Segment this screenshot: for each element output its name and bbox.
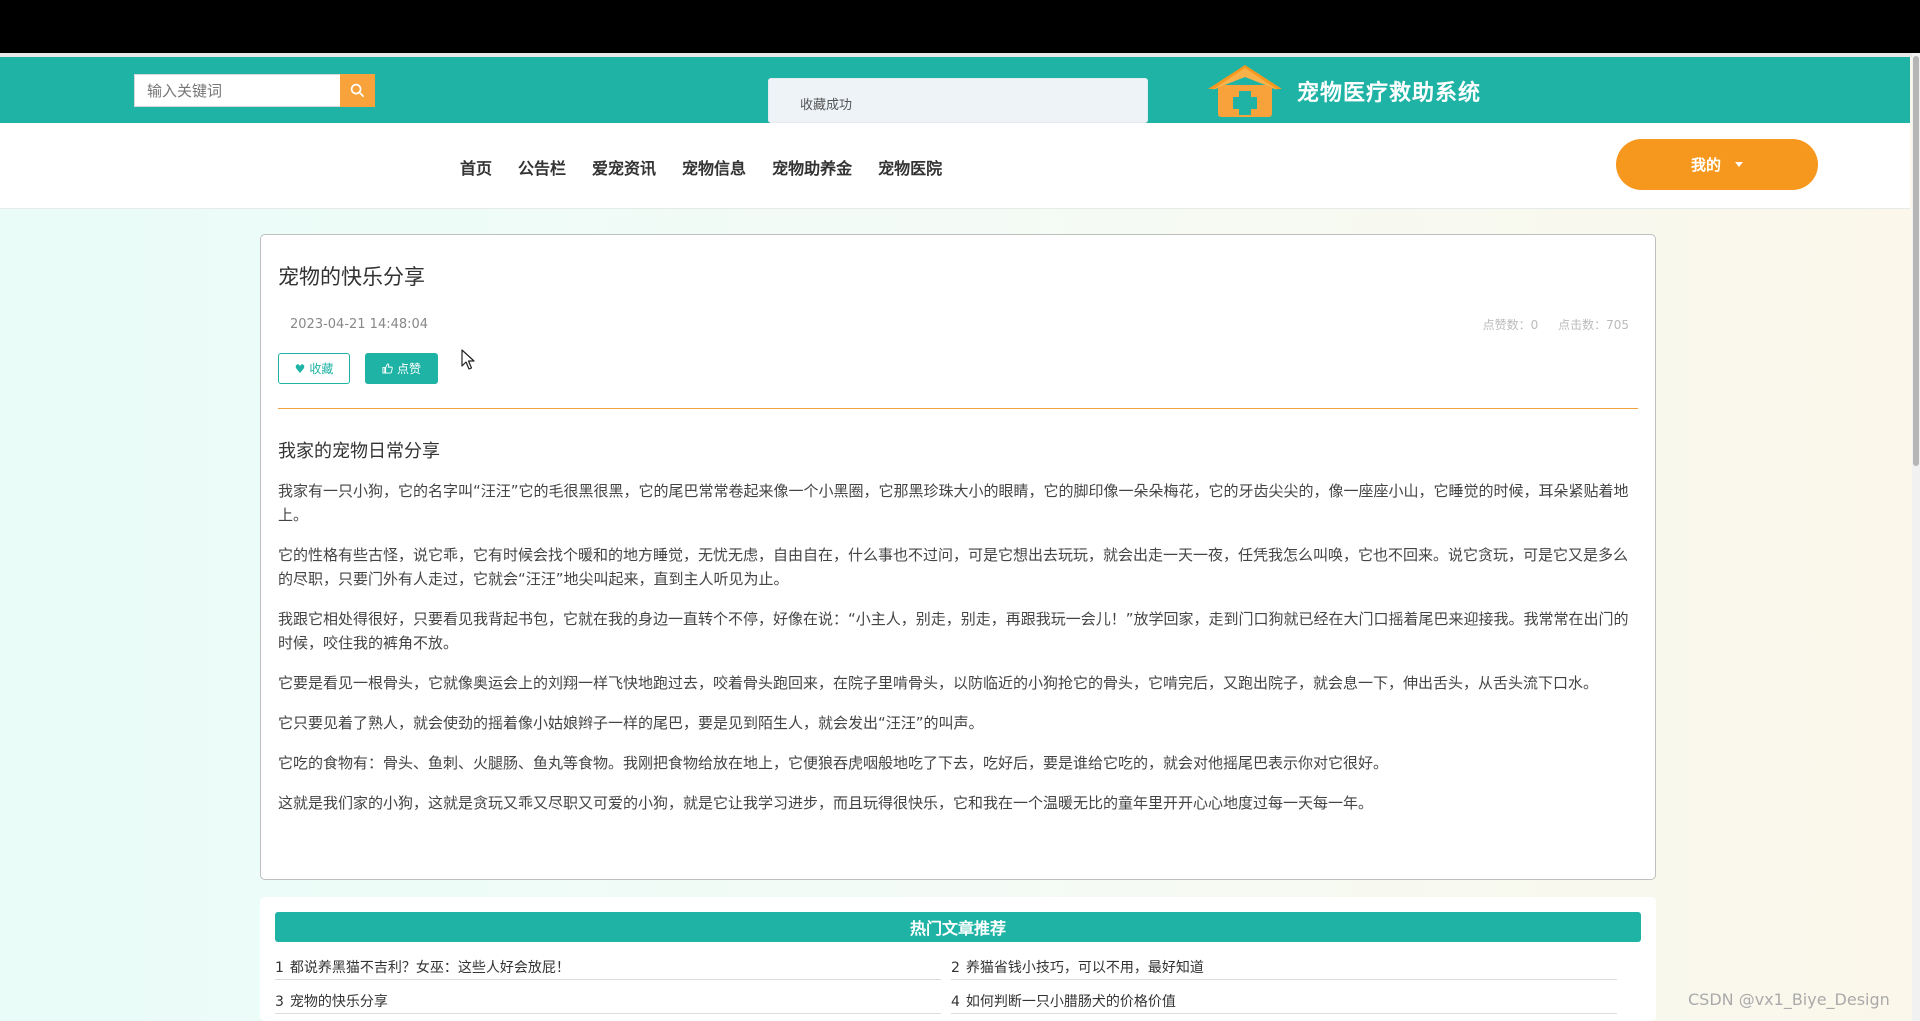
content-heading: 我家的宠物日常分享 <box>278 441 440 462</box>
hot-article-number: 2 <box>951 960 960 976</box>
hot-article-title: 如何判断一只小腊肠犬的价格价值 <box>965 994 1176 1010</box>
hot-articles-title: 热门文章推荐 <box>275 912 1641 942</box>
article-paragraph: 它吃的食物有：骨头、鱼刺、火腿肠、鱼丸等食物。我刚把食物给放在地上，它便狼吞虎咽… <box>278 754 1389 772</box>
like-count: 点赞数：0 <box>1482 318 1539 332</box>
chevron-down-icon <box>1735 162 1743 167</box>
orange-divider <box>278 408 1638 409</box>
hot-article-link[interactable]: 1 都说养黑猫不吉利？女巫：这些人好会放屁！ <box>275 951 941 980</box>
nav-item-pet-news[interactable]: 爱宠资讯 <box>592 155 656 179</box>
article-paragraph: 它要是看见一根骨头，它就像奥运会上的刘翔一样飞快地跑过去，咬着骨头跑回来，在院子… <box>278 674 1599 692</box>
nav-item-announcements[interactable]: 公告栏 <box>518 155 566 179</box>
article-paragraph: 我家有一只小狗，它的名字叫“汪汪”它的毛很黑很黑，它的尾巴常常卷起来像一个小黑圈… <box>278 482 1629 524</box>
house-plus-logo-icon <box>1208 65 1282 117</box>
like-label: 点赞 <box>396 362 421 376</box>
navbar: 首页 公告栏 爱宠资讯 宠物信息 宠物助养金 宠物医院 我的 <box>0 123 1910 209</box>
hot-article-number: 4 <box>951 994 960 1010</box>
nav-item-pet-hospital[interactable]: 宠物医院 <box>878 155 942 179</box>
article-date: 2023-04-21 14:48:04 <box>290 317 429 332</box>
brand[interactable]: 宠物医疗救助系统 <box>1206 63 1481 119</box>
hot-article-number: 3 <box>275 994 284 1010</box>
brand-title: 宠物医疗救助系统 <box>1297 81 1482 106</box>
article-content: 我家的宠物日常分享 我家有一只小狗，它的名字叫“汪汪”它的毛很黑很黑，它的尾巴常… <box>278 437 1640 831</box>
search-box <box>134 74 375 107</box>
article-paragraph: 它只要见着了熟人，就会使劲的摇着像小姑娘辫子一样的尾巴，要是见到陌生人，就会发出… <box>278 714 984 732</box>
toast-message: 收藏成功 <box>800 98 853 113</box>
like-button[interactable]: 点赞 <box>365 353 438 384</box>
user-menu-button[interactable]: 我的 <box>1616 139 1818 190</box>
hot-article-title: 宠物的快乐分享 <box>289 994 388 1010</box>
success-toast: 收藏成功 <box>768 78 1148 123</box>
heart-icon: ♥ <box>294 361 306 376</box>
nav-item-home[interactable]: 首页 <box>460 155 492 179</box>
search-input[interactable] <box>134 74 340 107</box>
hot-article-link[interactable]: 2 养猫省钱小技巧，可以不用，最好知道 <box>951 951 1617 980</box>
article-card: 宠物的快乐分享 2023-04-21 14:48:04 点赞数：0 点击数：70… <box>260 234 1656 880</box>
search-button[interactable] <box>340 74 375 107</box>
article-paragraph: 它的性格有些古怪，说它乖，它有时候会找个暖和的地方睡觉，无忧无虑，自由自在，什么… <box>278 546 1629 588</box>
watermark: CSDN @vx1_Biye_Design <box>1688 990 1890 1009</box>
click-count: 点击数：705 <box>1558 318 1629 332</box>
thumbs-up-icon <box>382 363 393 374</box>
main-nav: 首页 公告栏 爱宠资讯 宠物信息 宠物助养金 宠物医院 <box>460 155 968 179</box>
favorite-label: 收藏 <box>309 362 334 376</box>
mouse-cursor-icon <box>461 349 475 370</box>
hot-articles-panel: 热门文章推荐 1 都说养黑猫不吉利？女巫：这些人好会放屁！ 2 养猫省钱小技巧，可以… <box>260 897 1656 1021</box>
favorite-button[interactable]: ♥ 收藏 <box>278 353 350 384</box>
screen-top-bar <box>0 0 1920 53</box>
hot-article-title: 养猫省钱小技巧，可以不用，最好知道 <box>965 960 1204 976</box>
search-icon <box>350 83 364 97</box>
scrollbar-thumb[interactable] <box>1913 56 1919 466</box>
article-paragraph: 我跟它相处得很好，只要看见我背起书包，它就在我的身边一直转个不停，好像在说：“小… <box>278 610 1629 652</box>
article-paragraph: 这就是我们家的小狗，这就是贪玩又乖又尽职又可爱的小狗，就是它让我学习进步，而且玩… <box>278 794 1374 812</box>
article-stats: 点赞数：0 点击数：705 <box>1483 316 1629 333</box>
article-title: 宠物的快乐分享 <box>278 265 425 289</box>
hot-article-number: 1 <box>275 960 284 976</box>
header: 收藏成功 宠物医疗救助系统 <box>0 57 1910 123</box>
nav-item-pet-info[interactable]: 宠物信息 <box>682 155 746 179</box>
hot-article-link[interactable]: 3 宠物的快乐分享 <box>275 985 941 1014</box>
hot-article-title: 都说养黑猫不吉利？女巫：这些人好会放屁！ <box>289 960 570 976</box>
nav-item-pet-fund[interactable]: 宠物助养金 <box>772 155 852 179</box>
hot-article-link[interactable]: 4 如何判断一只小腊肠犬的价格价值 <box>951 985 1617 1014</box>
user-menu-label: 我的 <box>1690 156 1721 174</box>
